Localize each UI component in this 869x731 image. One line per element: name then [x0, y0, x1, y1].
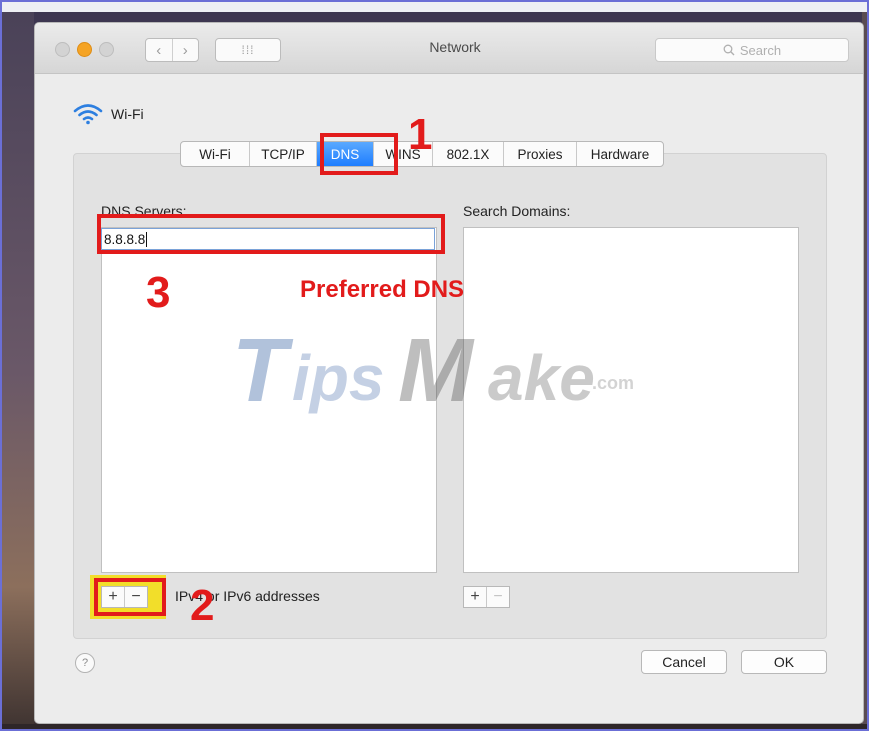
annotation-number-3: 3 — [146, 268, 171, 317]
title-bar: ‹ › ⁞⁞⁞ Network Search — [35, 23, 863, 74]
window-title: Network — [429, 39, 481, 55]
minimize-button[interactable] — [77, 42, 92, 57]
nav-button-group: ‹ › — [145, 38, 199, 62]
tab-tcpip[interactable]: TCP/IP — [249, 142, 316, 166]
desktop-wallpaper-bottom — [0, 724, 869, 731]
tab-8021x[interactable]: 802.1X — [432, 142, 503, 166]
ok-button[interactable]: OK — [741, 650, 827, 674]
annotation-preferred-dns: Preferred DNS — [300, 276, 465, 303]
desktop-top-strip — [0, 0, 869, 12]
annotation-number-2: 2 — [190, 581, 215, 630]
search-icon — [723, 44, 735, 56]
annotation-box-dns-entry — [97, 214, 445, 254]
network-window: ‹ › ⁞⁞⁞ Network Search Wi-Fi Wi-Fi TCP/I… — [34, 22, 864, 724]
domains-add-remove-group: + − — [463, 586, 510, 608]
search-domains-label: Search Domains: — [463, 203, 571, 219]
forward-button[interactable]: › — [171, 39, 199, 61]
domain-remove-button: − — [486, 587, 509, 607]
cancel-button[interactable]: Cancel — [641, 650, 727, 674]
close-button[interactable] — [55, 42, 70, 57]
tab-hardware[interactable]: Hardware — [576, 142, 663, 166]
interface-header: Wi-Fi — [73, 103, 144, 125]
grid-icon: ⁞⁞⁞ — [241, 43, 255, 57]
annotation-box-dns-tab — [320, 133, 398, 175]
annotation-number-1: 1 — [408, 110, 433, 159]
zoom-button[interactable] — [99, 42, 114, 57]
show-all-grid-button[interactable]: ⁞⁞⁞ — [215, 38, 281, 62]
wifi-icon — [73, 104, 103, 125]
back-button[interactable]: ‹ — [146, 39, 172, 61]
tab-proxies[interactable]: Proxies — [503, 142, 576, 166]
annotation-box-add-remove — [94, 578, 166, 616]
search-domains-list[interactable] — [463, 227, 799, 573]
domain-add-button[interactable]: + — [464, 587, 486, 607]
search-field[interactable]: Search — [655, 38, 849, 62]
desktop-wallpaper-left — [0, 12, 34, 731]
interface-name: Wi-Fi — [111, 106, 144, 122]
tab-wifi[interactable]: Wi-Fi — [181, 142, 249, 166]
help-button[interactable]: ? — [75, 653, 95, 673]
search-placeholder: Search — [739, 42, 782, 58]
